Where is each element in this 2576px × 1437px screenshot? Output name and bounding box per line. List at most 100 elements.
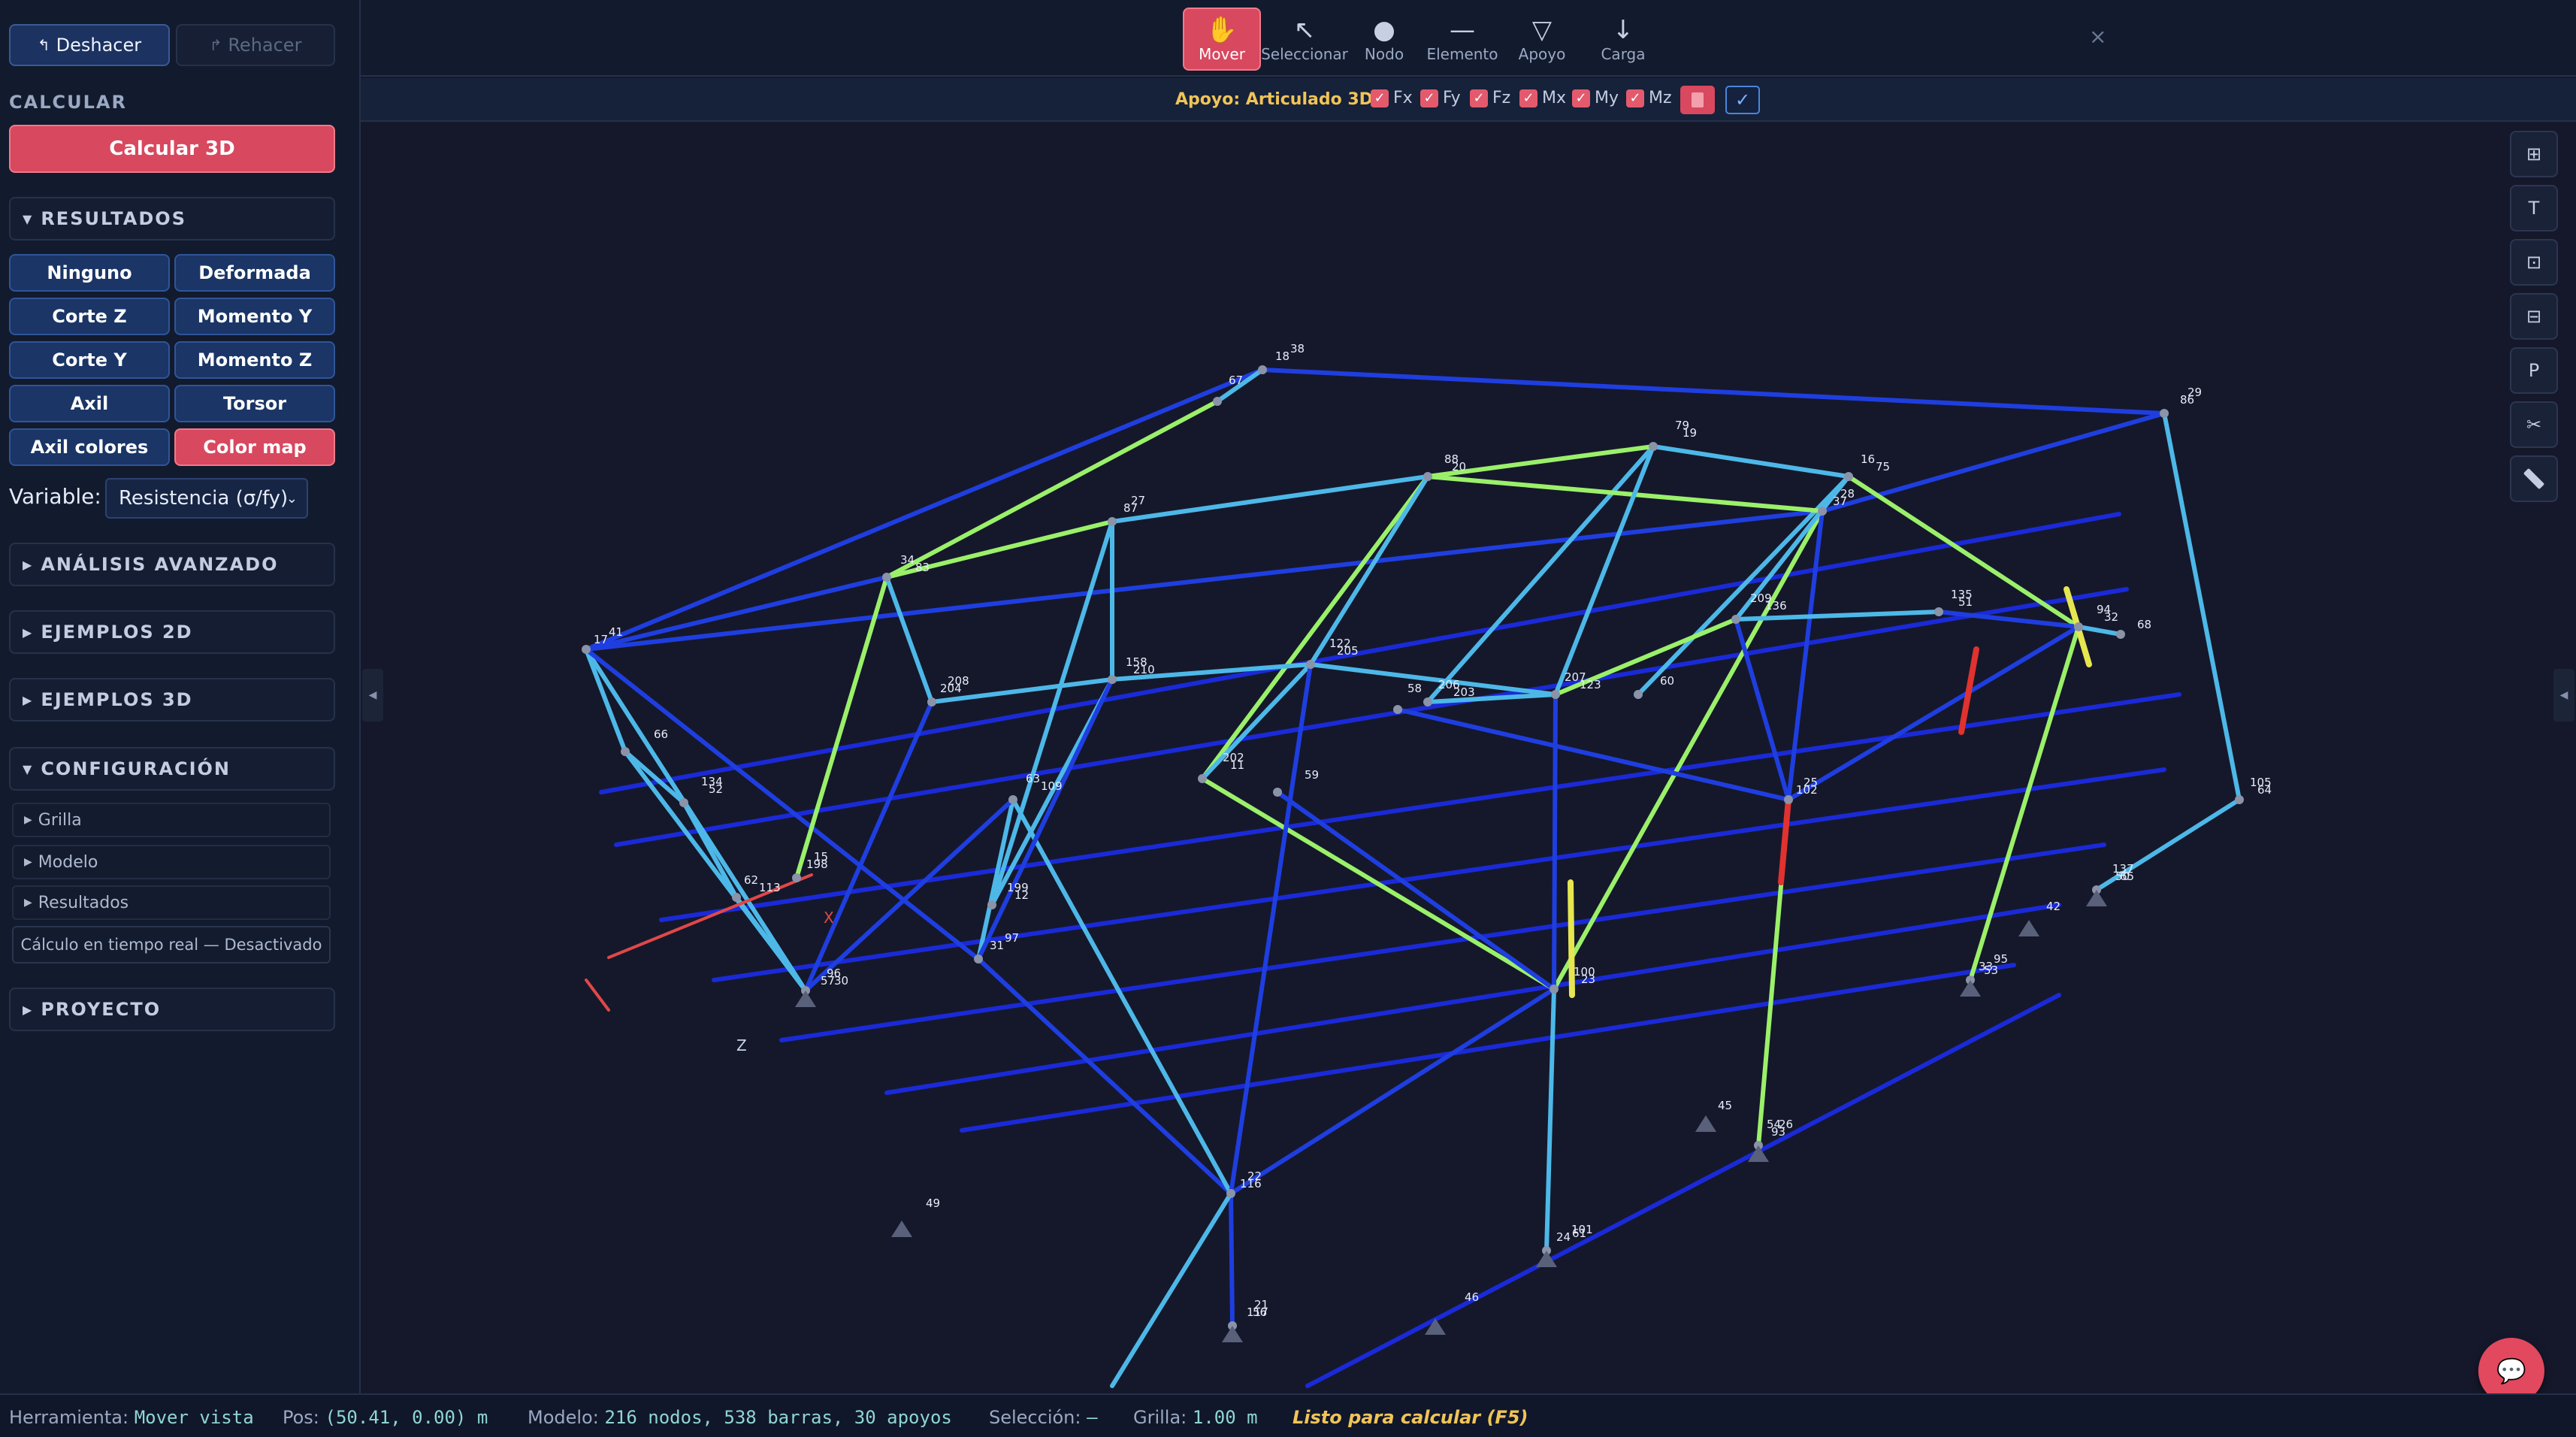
realtime-calc-toggle[interactable]: Cálculo en tiempo real — Desactivado (12, 926, 331, 964)
tool-support-button[interactable]: ▽ Apoyo (1503, 8, 1581, 71)
dof-mx-checkbox[interactable]: ✓ Mx (1519, 89, 1566, 107)
truss-member[interactable] (584, 647, 981, 961)
config-results-item[interactable]: ▶ Resultados (12, 885, 331, 920)
support-icon[interactable] (891, 1221, 912, 1237)
structure-node[interactable] (582, 645, 591, 654)
structure-node[interactable] (2235, 795, 2244, 804)
structure-node[interactable] (882, 573, 891, 582)
truss-member[interactable] (1395, 707, 1791, 802)
support-icon[interactable] (795, 991, 816, 1007)
truss-member[interactable] (1229, 662, 1313, 1196)
support-icon[interactable] (2086, 890, 2107, 906)
structure-node[interactable] (1258, 365, 1267, 374)
truss-member[interactable] (2162, 411, 2242, 802)
support-icon[interactable] (1960, 980, 1981, 997)
structure-node[interactable] (1551, 690, 1560, 699)
result-momento-z-button[interactable]: Momento Z (174, 341, 335, 379)
dof-fy-checkbox[interactable]: ✓ Fy (1420, 89, 1461, 107)
config-section-toggle[interactable]: ▼ CONFIGURACIÓN (9, 747, 335, 791)
truss-member[interactable] (585, 979, 610, 1012)
top-view-icon[interactable]: T (2510, 185, 2558, 231)
result-deformada-button[interactable]: Deformada (174, 254, 335, 292)
structure-node[interactable] (621, 747, 630, 756)
structure-node[interactable] (1818, 507, 1827, 516)
structure-node[interactable] (1273, 788, 1282, 797)
support-icon[interactable] (1695, 1115, 1716, 1132)
tool-element-button[interactable]: — Elemento (1423, 8, 1501, 71)
truss-member[interactable] (1011, 797, 1233, 1196)
collapse-sidebar-button[interactable]: ◀ (362, 669, 383, 722)
truss-member[interactable] (1110, 1191, 1233, 1388)
truss-member[interactable] (1229, 1191, 1235, 1328)
structure-node[interactable] (987, 900, 996, 909)
scissors-icon[interactable]: ✂ (2510, 401, 2558, 448)
truss-member[interactable] (1568, 879, 1575, 998)
structure-node[interactable] (1634, 690, 1643, 699)
truss-member[interactable] (1200, 474, 1430, 781)
dof-fx-checkbox[interactable]: ✓ Fx (1371, 89, 1413, 107)
truss-member[interactable] (1651, 444, 1851, 479)
structure-node[interactable] (1423, 697, 1432, 706)
confirm-support-button[interactable]: ✓ (1725, 86, 1760, 114)
structure-node[interactable] (1108, 675, 1117, 684)
3d-viewport[interactable]: 17 18 28 29 30 31 22 21 23 24 25 26 32 33 34 27 20 19 16 15… (361, 123, 2576, 1393)
structure-node[interactable] (1784, 795, 1793, 804)
delete-support-button[interactable] (1680, 86, 1715, 114)
structure-node[interactable] (1550, 985, 1559, 994)
advanced-section-toggle[interactable]: ▶ ANÁLISIS AVANZADO (9, 543, 335, 586)
truss-member[interactable] (607, 873, 813, 959)
undo-button[interactable]: ↰ Deshacer (9, 24, 170, 66)
structure-node[interactable] (1649, 442, 1658, 451)
structure-node[interactable] (2074, 622, 2083, 631)
truss-member[interactable] (1200, 776, 1556, 991)
side-view-icon[interactable]: ⊟ (2510, 293, 2558, 340)
result-corte-z-button[interactable]: Corte Z (9, 298, 170, 335)
truss-member[interactable] (1308, 474, 1430, 667)
result-axil-button[interactable]: Axil (9, 385, 170, 422)
config-model-item[interactable]: ▶ Modelo (12, 845, 331, 879)
support-icon[interactable] (2018, 920, 2039, 936)
tool-load-button[interactable]: ↓ Carga (1584, 8, 1662, 71)
structure-node[interactable] (2160, 409, 2169, 418)
result-ninguno-button[interactable]: Ninguno (9, 254, 170, 292)
truss-member[interactable] (1552, 509, 1825, 991)
truss-member[interactable] (584, 509, 1825, 652)
truss-member[interactable] (599, 512, 2121, 794)
structure-node[interactable] (1198, 774, 1207, 783)
structure-node[interactable] (1844, 472, 1853, 481)
truss-member[interactable] (884, 399, 1220, 579)
truss-member[interactable] (682, 800, 739, 900)
structure-node[interactable] (1731, 615, 1740, 624)
result-axil-colores-button[interactable]: Axil colores (9, 428, 170, 466)
expand-right-panel-button[interactable]: ◀ (2553, 669, 2574, 722)
dof-fz-checkbox[interactable]: ✓ Fz (1470, 89, 1510, 107)
truss-member[interactable] (1552, 692, 1558, 991)
truss-member[interactable] (1260, 368, 2166, 416)
grid-icon[interactable]: ⊞ (2510, 131, 2558, 177)
truss-member[interactable] (1305, 993, 2061, 1388)
variable-select[interactable]: Resistencia (σ/fy) ⌄ (105, 478, 308, 519)
calculate-3d-button[interactable]: Calcular 3D (9, 125, 335, 173)
structure-node[interactable] (1423, 472, 1432, 481)
truss-member[interactable] (1229, 987, 1556, 1196)
structure-node[interactable] (1108, 517, 1117, 526)
truss-member[interactable] (2076, 625, 2123, 637)
structure-node[interactable] (1008, 795, 1017, 804)
examples-2d-toggle[interactable]: ▶ EJEMPLOS 2D (9, 610, 335, 654)
structure-node[interactable] (2116, 630, 2125, 639)
structure-node[interactable] (1213, 397, 1222, 406)
project-section-toggle[interactable]: ▶ PROYECTO (9, 988, 335, 1031)
structure-node[interactable] (732, 893, 741, 902)
truss-member[interactable] (1786, 509, 1825, 802)
support-icon[interactable] (1425, 1318, 1446, 1335)
dof-my-checkbox[interactable]: ✓ My (1572, 89, 1619, 107)
structure-node[interactable] (1393, 705, 1402, 714)
result-momento-y-button[interactable]: Momento Y (174, 298, 335, 335)
examples-3d-toggle[interactable]: ▶ EJEMPLOS 3D (9, 678, 335, 722)
structure-node[interactable] (1306, 660, 1315, 669)
close-icon[interactable]: × (2089, 24, 2106, 49)
results-section-toggle[interactable]: ▼ RESULTADOS (9, 197, 335, 241)
structure-node[interactable] (792, 873, 801, 882)
structure-node[interactable] (927, 697, 936, 706)
config-grid-item[interactable]: ▶ Grilla (12, 803, 331, 837)
